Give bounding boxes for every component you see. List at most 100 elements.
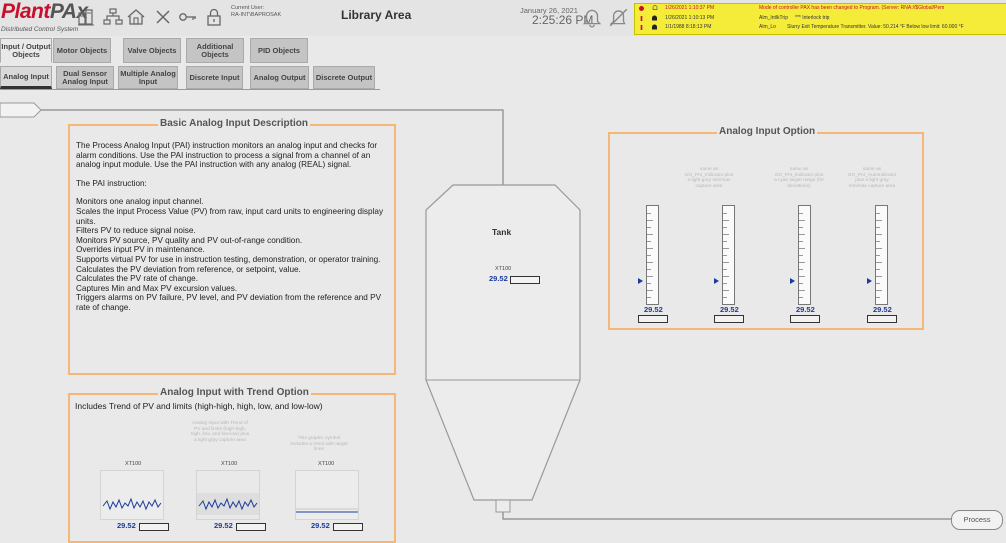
trend-value[interactable]: 29.52: [214, 521, 233, 530]
gauge-tick: [799, 241, 803, 242]
gauge-value-box[interactable]: [638, 315, 668, 323]
description-bullet: Scales the input Process Value (PV) from…: [76, 206, 384, 226]
gauge-tick: [723, 248, 729, 249]
description-bullet: Monitors one analog input channel.: [76, 197, 204, 207]
gauge-tick: [799, 227, 803, 228]
gauge-tick: [647, 234, 653, 235]
gauge-pointer-icon: [790, 278, 795, 284]
gauge-tick: [876, 220, 882, 221]
gauge-tick: [799, 220, 805, 221]
trend-chart[interactable]: [100, 470, 164, 520]
gauge-tick: [647, 276, 653, 277]
trend-chart[interactable]: [196, 470, 260, 520]
tank-tag: XT100: [495, 266, 512, 272]
description-para: The Process Analog Input (PAI) instructi…: [76, 141, 378, 170]
gauge-tick: [723, 227, 727, 228]
trend-value-box[interactable]: [139, 523, 169, 531]
bar-gauge[interactable]: [722, 205, 735, 305]
gauge-tick: [647, 227, 651, 228]
description-para: The PAI instruction:: [76, 178, 147, 188]
gauge-caption: same as GO_PAI_Indicator plus a cyan tar…: [774, 167, 824, 189]
trend-tag: XT100: [221, 461, 238, 467]
gauge-tick: [876, 255, 880, 256]
trend-caption: Analog Input with Trend of PV and limits…: [190, 421, 250, 443]
process-button[interactable]: Process: [951, 510, 1003, 530]
gauge-tick: [647, 269, 651, 270]
trend-line: [197, 493, 259, 515]
gauge-value-box[interactable]: [790, 315, 820, 323]
gauge-tick: [876, 248, 882, 249]
gauge-tick: [876, 213, 880, 214]
gauge-tick: [799, 290, 805, 291]
gauge-tick: [647, 248, 653, 249]
gauge-tick: [647, 255, 651, 256]
bar-gauge[interactable]: [646, 205, 659, 305]
gauge-tick: [876, 269, 880, 270]
gauge-value-box[interactable]: [714, 315, 744, 323]
gauge-tick: [876, 276, 882, 277]
gauge-pointer-icon: [638, 278, 643, 284]
gauge-value[interactable]: 29.52: [796, 305, 815, 314]
gauge-tick: [876, 283, 880, 284]
gauge-tick: [723, 213, 727, 214]
gauge-tick: [723, 290, 729, 291]
gauge-tick: [876, 234, 882, 235]
tank-value-box[interactable]: [510, 276, 540, 284]
gauge-tick: [876, 241, 880, 242]
gauge-tick: [799, 234, 805, 235]
description-bullet: Calculates the PV rate of change.: [76, 274, 198, 284]
gauge-tick: [647, 220, 653, 221]
bar-gauge[interactable]: [798, 205, 811, 305]
gauge-tick: [647, 213, 651, 214]
description-title: Basic Analog Input Description: [158, 118, 310, 129]
gauge-tick: [723, 269, 727, 270]
trend-value-box[interactable]: [236, 523, 266, 531]
gauge-tick: [723, 262, 729, 263]
gauge-tick: [799, 283, 803, 284]
gauge-tick: [647, 283, 651, 284]
description-bullet: Supports virtual PV for use in instructi…: [76, 254, 381, 264]
gauge-tick: [799, 262, 805, 263]
gauge-pointer-icon: [867, 278, 872, 284]
gauge-pointer-icon: [714, 278, 719, 284]
gauge-value[interactable]: 29.52: [644, 305, 663, 314]
gauge-tick: [876, 290, 882, 291]
trend-chart[interactable]: [295, 470, 359, 520]
gauge-tick: [647, 297, 651, 298]
gauge-tick: [723, 220, 729, 221]
gauge-value[interactable]: 29.52: [873, 305, 892, 314]
trend-value[interactable]: 29.52: [117, 521, 136, 530]
gauge-tick: [723, 276, 729, 277]
trend-target-lines: [296, 508, 358, 513]
gauge-tick: [799, 255, 803, 256]
gauge-caption: same as GO_PAI_Indicator plus a light gr…: [684, 167, 734, 189]
trend-title: Analog Input with Trend Option: [158, 387, 311, 398]
gauge-tick: [723, 283, 727, 284]
gauge-tick: [647, 262, 653, 263]
trend-value-box[interactable]: [333, 523, 363, 531]
trend-tag: XT100: [125, 461, 142, 467]
gauge-tick: [799, 213, 803, 214]
gauge-value[interactable]: 29.52: [720, 305, 739, 314]
gauge-tick: [647, 241, 651, 242]
gauge-tick: [799, 276, 805, 277]
gauge-tick: [876, 262, 882, 263]
trend-subtitle: Includes Trend of PV and limits (high-hi…: [75, 401, 323, 411]
gauge-caption: same as GO_PAI_AutoIndicator plus a ligh…: [847, 167, 897, 189]
description-bullet: Triggers alarms on PV failure, PV level,…: [76, 293, 382, 312]
gauge-tick: [799, 248, 805, 249]
bar-gauge[interactable]: [875, 205, 888, 305]
trend-value[interactable]: 29.52: [311, 521, 330, 530]
description-bullet: Captures Min and Max PV excursion values…: [76, 283, 238, 293]
description-bullet: Monitors PV source, PV quality and PV ou…: [76, 235, 303, 245]
description-text: The Process Analog Input (PAI) instructi…: [76, 141, 396, 313]
gauge-tick: [723, 297, 727, 298]
gauge-tick: [876, 227, 880, 228]
tank-value[interactable]: 29.52: [489, 274, 508, 283]
trend-caption: This graphic symbol includes a trend wit…: [290, 436, 348, 453]
description-bullet: Overrides input PV in maintenance.: [76, 245, 205, 255]
description-bullet: Filters PV to reduce signal noise.: [76, 226, 196, 236]
option-title: Analog Input Option: [717, 126, 818, 137]
gauge-value-box[interactable]: [867, 315, 897, 323]
trend-line: [102, 497, 162, 511]
